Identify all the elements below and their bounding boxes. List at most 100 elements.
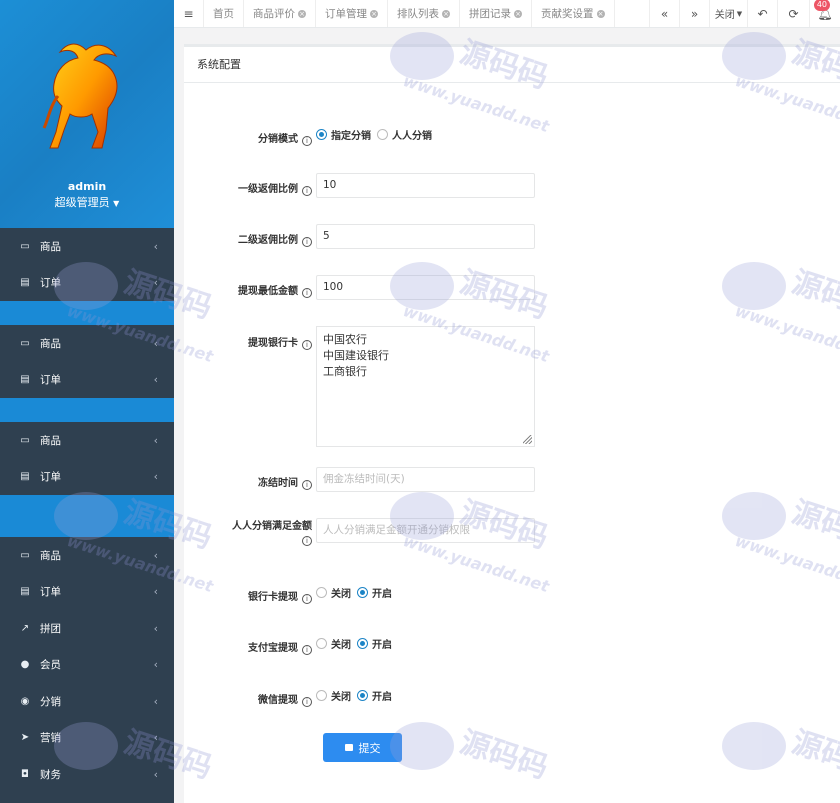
sidebar-menu: ▭ 商品 ‹ ▤ 订单 ‹ ▭ 商品 ‹ ▤ 订单 ‹ ▭ 商品 ‹ ▤ 订单 ‹ ▭ 商品 ‹ ▤ 订单 ‹ ↗ 拼团 ‹ ● 会员 ‹…: [0, 228, 174, 793]
back-button[interactable]: ↶: [748, 0, 778, 27]
caret-down-icon: ▼: [736, 9, 743, 18]
page-tab-label: 排队列表: [397, 8, 439, 20]
radio-checked-icon: [316, 129, 327, 140]
sidebar-item[interactable]: ▤ 订单 ‹: [0, 362, 174, 399]
sidebar-divider: [0, 301, 174, 325]
sidebar-item-label: 商品: [40, 337, 61, 350]
page-tab[interactable]: 首页: [204, 0, 244, 27]
alipay-withdraw-label: 支付宝提现 i: [248, 639, 312, 655]
wechat-withdraw-off[interactable]: 关闭: [316, 688, 351, 703]
alipay-withdraw-off[interactable]: 关闭: [316, 636, 351, 651]
chevron-left-icon: ‹: [153, 276, 158, 290]
scroll-left-button[interactable]: «: [649, 0, 680, 27]
user-role-dropdown[interactable]: 超级管理员 ▼: [0, 194, 174, 210]
chevron-left-icon: ‹: [153, 373, 158, 387]
mode-option-designated[interactable]: 指定分销: [316, 127, 371, 142]
sidebar-item[interactable]: ▭ 商品 ‹: [0, 422, 174, 459]
sidebar-item[interactable]: ↗ 拼团 ‹: [0, 610, 174, 647]
wechat-withdraw-label: 微信提现 i: [258, 691, 312, 707]
info-icon: i: [302, 186, 312, 196]
sidebar-item-label: 订单: [40, 374, 61, 387]
mode-option-everyone[interactable]: 人人分销: [377, 127, 432, 142]
close-icon[interactable]: ×: [298, 9, 306, 18]
sidebar-item-label: 会员: [40, 659, 61, 672]
chevron-left-icon: ‹: [153, 694, 158, 708]
page-tab[interactable]: 商品评价 ×: [244, 0, 316, 27]
sidebar-item-label: 分销: [40, 695, 61, 708]
config-panel: 系统配置 分销模式 i 指定分销 人人分销 一级返佣比例 i 10 二级返佣比例 i …: [184, 44, 840, 803]
page-tabs: 首页 商品评价 × 订单管理 × 排队列表 × 拼团记录 × 贡献奖设置 ×: [204, 0, 615, 27]
bank-withdraw-off[interactable]: 关闭: [316, 585, 351, 600]
refresh-button[interactable]: ⟳: [778, 0, 810, 27]
sidebar-item[interactable]: ◉ 分销 ‹: [0, 683, 174, 720]
top-nav: ≡ 首页 商品评价 × 订单管理 × 排队列表 × 拼团记录 × 贡献奖设置 × « » 关闭 ▼ ↶…: [174, 0, 840, 28]
laptop-icon: ▭: [20, 240, 30, 252]
menu-toggle-button[interactable]: ≡: [174, 0, 204, 27]
page-tab-label: 商品评价: [253, 8, 295, 20]
sidebar-item[interactable]: ➤ 营销 ‹: [0, 720, 174, 757]
radio-unchecked-icon: [316, 690, 327, 701]
all-threshold-input[interactable]: 人人分销满足金额开通分销权限: [316, 518, 535, 543]
scroll-right-button[interactable]: »: [680, 0, 710, 27]
sidebar-item[interactable]: ▤ 订单 ‹: [0, 574, 174, 611]
notifications-button[interactable]: 🔔︎ 40: [810, 0, 840, 27]
radio-unchecked-icon: [316, 638, 327, 649]
wallet-icon: ◘: [21, 768, 29, 780]
list-icon: ▤: [20, 586, 30, 598]
page-tab-label: 订单管理: [325, 8, 367, 20]
banks-textarea[interactable]: 中国农行 中国建设银行 工商银行: [316, 326, 535, 447]
laptop-icon: ▭: [20, 337, 30, 349]
page-tab[interactable]: 排队列表 ×: [388, 0, 460, 27]
level2-input[interactable]: 5: [316, 224, 535, 249]
page-tab[interactable]: 订单管理 ×: [316, 0, 388, 27]
alipay-withdraw-on[interactable]: 开启: [357, 636, 392, 651]
wechat-withdraw-radio-group: 关闭 开启: [316, 688, 398, 703]
close-tabs-dropdown[interactable]: 关闭 ▼: [710, 0, 748, 27]
chevron-left-icon: ‹: [153, 433, 158, 447]
banks-label: 提现银行卡 i: [248, 334, 312, 350]
panel-title: 系统配置: [184, 47, 840, 83]
sidebar-item[interactable]: ▤ 订单 ‹: [0, 459, 174, 496]
close-icon[interactable]: ×: [514, 9, 522, 18]
level1-label: 一级返佣比例 i: [238, 180, 312, 196]
close-icon[interactable]: ×: [442, 9, 450, 18]
page-tab-label: 贡献奖设置: [541, 8, 594, 20]
close-icon[interactable]: ×: [370, 9, 378, 18]
chevron-left-icon: ‹: [153, 336, 158, 350]
sidebar-item[interactable]: ▭ 商品 ‹: [0, 325, 174, 362]
send-icon: ➤: [20, 732, 30, 744]
sidebar-item[interactable]: ▤ 订单 ‹: [0, 265, 174, 302]
min-withdraw-input[interactable]: 100: [316, 275, 535, 300]
mode-radio-group: 指定分销 人人分销: [316, 127, 438, 142]
user-role-label: 超级管理员: [54, 196, 110, 209]
close-icon[interactable]: ×: [596, 9, 605, 18]
profile-panel: admin 超级管理员 ▼: [0, 0, 174, 228]
sidebar-item[interactable]: ▭ 商品 ‹: [0, 228, 174, 265]
bank-withdraw-on[interactable]: 开启: [357, 585, 392, 600]
chevron-left-icon: ‹: [153, 548, 158, 562]
radio-unchecked-icon: [316, 587, 327, 598]
sidebar-item-label: 商品: [40, 549, 61, 562]
page-tab[interactable]: 贡献奖设置 ×: [532, 0, 615, 27]
level1-input[interactable]: 10: [316, 173, 535, 198]
info-icon: i: [302, 536, 312, 546]
sidebar-item-label: 营销: [40, 732, 61, 745]
wechat-withdraw-on[interactable]: 开启: [357, 688, 392, 703]
sidebar-item[interactable]: ◘ 财务 ‹: [0, 756, 174, 793]
sidebar-item-label: 订单: [40, 471, 61, 484]
bank-withdraw-radio-group: 关闭 开启: [316, 585, 398, 600]
resize-grip-icon[interactable]: [523, 435, 532, 444]
double-right-icon: »: [690, 6, 699, 21]
hamburger-icon: ≡: [183, 6, 194, 21]
chart-icon: ↗: [20, 622, 30, 634]
freeze-input[interactable]: 佣金冻结时间(天): [316, 467, 535, 492]
users-icon: ◉: [20, 695, 30, 707]
sidebar-item[interactable]: ● 会员 ‹: [0, 647, 174, 684]
sidebar-item[interactable]: ▭ 商品 ‹: [0, 537, 174, 574]
sidebar-item-label: 商品: [40, 434, 61, 447]
submit-button[interactable]: 提交: [323, 733, 402, 762]
freeze-label: 冻结时间 i: [258, 474, 312, 490]
chevron-left-icon: ‹: [153, 658, 158, 672]
info-icon: i: [302, 340, 312, 350]
page-tab[interactable]: 拼团记录 ×: [460, 0, 532, 27]
